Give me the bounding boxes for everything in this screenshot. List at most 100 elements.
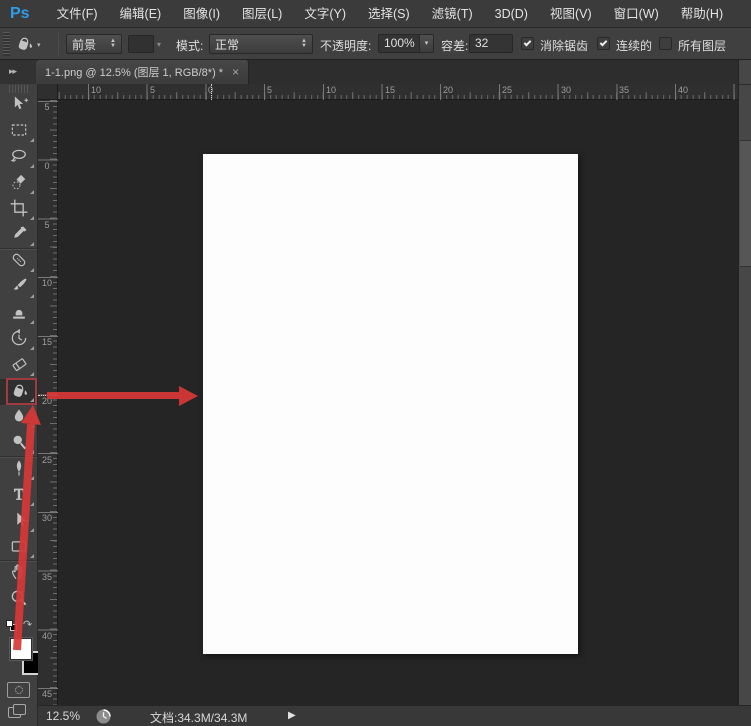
paint-bucket-icon: [14, 33, 34, 56]
checkmark-icon: [523, 38, 532, 46]
scrollbar-thumb[interactable]: [740, 140, 751, 267]
pattern-picker[interactable]: [128, 35, 154, 53]
path-selection-tool-icon: [9, 510, 29, 535]
menu-filter[interactable]: 滤镜(T): [421, 0, 484, 28]
tool-quick-selection[interactable]: [0, 171, 37, 197]
eyedropper-tool-icon: [9, 224, 29, 249]
marquee-tool-icon: [9, 120, 29, 145]
tool-path-selection[interactable]: [0, 509, 37, 535]
tool-blur[interactable]: [0, 405, 37, 431]
spinner-icon: ▲ ▼: [110, 38, 116, 49]
ruler-label: 5: [44, 220, 50, 230]
menu-layer[interactable]: 图层(L): [231, 0, 293, 28]
tool-crop[interactable]: [0, 197, 37, 223]
menu-select[interactable]: 选择(S): [357, 0, 421, 28]
tool-horizontal-type[interactable]: T: [0, 483, 37, 509]
tool-rectangle[interactable]: [0, 535, 37, 561]
vertical-ruler[interactable]: 5 0 5 10 15 20 25 30 35 40 45: [38, 100, 58, 705]
ruler-label: 15: [385, 85, 396, 95]
tool-lasso[interactable]: [0, 145, 37, 171]
ruler-label: 10: [326, 85, 337, 95]
foreground-color-swatch[interactable]: [9, 637, 33, 661]
tools-panel: T ↷: [0, 84, 46, 726]
checkmark-icon: [599, 38, 608, 46]
tool-rectangular-marquee[interactable]: [0, 119, 37, 145]
ruler-label: 25: [502, 85, 513, 95]
move-tool-icon: [9, 94, 29, 119]
fill-source-select[interactable]: 前景 ▲ ▼: [66, 34, 122, 54]
menu-bar: Ps 文件(F) 编辑(E) 图像(I) 图层(L) 文字(Y) 选择(S) 滤…: [0, 0, 751, 28]
tool-spot-healing-brush[interactable]: [0, 249, 37, 275]
tool-brush[interactable]: [0, 275, 37, 301]
mode-select[interactable]: 正常 ▲ ▼: [209, 34, 313, 54]
all-layers-checkbox[interactable]: [659, 37, 672, 50]
brush-tool-icon: [9, 276, 29, 301]
menu-3d[interactable]: 3D(D): [484, 0, 539, 28]
tool-hand[interactable]: [0, 561, 37, 587]
tool-zoom[interactable]: [0, 587, 37, 613]
spinner-icon: ▲ ▼: [301, 38, 307, 49]
zoom-level-field[interactable]: 12.5%: [46, 709, 80, 723]
contiguous-checkbox[interactable]: [597, 37, 610, 50]
panel-dock-edge[interactable]: [738, 60, 751, 726]
anti-alias-checkbox[interactable]: [521, 37, 534, 50]
horizontal-ruler[interactable]: 10 5 0 5 10 15 20 25 30 35 40: [58, 84, 738, 100]
ruler-cursor-marker: [38, 395, 58, 396]
pattern-dropdown-arrow-icon[interactable]: ▾: [157, 40, 161, 49]
ruler-label: 35: [42, 572, 53, 582]
opacity-label: 不透明度:: [320, 39, 372, 53]
document-page[interactable]: [203, 154, 578, 654]
pen-tool-icon: [9, 458, 29, 483]
document-tab-title: 1-1.png @ 12.5% (图层 1, RGB/8*) *: [45, 67, 224, 79]
quick-mask-button[interactable]: [7, 682, 30, 698]
swap-colors-icon[interactable]: ↷: [23, 618, 32, 631]
tolerance-label: 容差:: [441, 39, 469, 53]
tool-eraser[interactable]: [0, 353, 37, 379]
tool-dodge[interactable]: [0, 431, 37, 457]
anti-alias-label[interactable]: 消除锯齿: [540, 37, 588, 54]
menu-view[interactable]: 视图(V): [539, 0, 603, 28]
preset-dropdown-arrow-icon[interactable]: ▾: [37, 41, 41, 49]
menu-edit[interactable]: 编辑(E): [109, 0, 173, 28]
tool-eyedropper[interactable]: [0, 223, 37, 249]
opacity-input[interactable]: 100%: [378, 34, 420, 53]
all-layers-label[interactable]: 所有图层: [678, 37, 726, 54]
status-expand-icon[interactable]: ▶: [288, 710, 296, 721]
ruler-label: 40: [42, 631, 53, 641]
tool-clone-stamp[interactable]: [0, 301, 37, 327]
menu-type[interactable]: 文字(Y): [293, 0, 357, 28]
tool-history-brush[interactable]: [0, 327, 37, 353]
ruler-corner[interactable]: [38, 84, 58, 100]
tolerance-input[interactable]: 32: [469, 34, 513, 53]
clone-stamp-tool-icon: [9, 302, 29, 327]
blur-tool-icon: [9, 406, 29, 431]
document-tab[interactable]: 1-1.png @ 12.5% (图层 1, RGB/8*) * ×: [36, 60, 250, 84]
rectangle-tool-icon: [9, 536, 29, 561]
contiguous-label[interactable]: 连续的: [616, 37, 652, 54]
ruler-label: 30: [561, 85, 572, 95]
ruler-label: 5: [267, 85, 273, 95]
canvas-area[interactable]: [58, 100, 738, 705]
opacity-dropdown-button[interactable]: ▾: [419, 34, 434, 53]
tools-panel-gripper[interactable]: [8, 85, 29, 93]
tool-pen[interactable]: [0, 457, 37, 483]
tab-close-icon[interactable]: ×: [232, 66, 239, 78]
tool-preset-picker[interactable]: ▾: [14, 33, 41, 56]
history-brush-tool-icon: [9, 328, 29, 353]
screen-mode-button[interactable]: [8, 704, 28, 720]
menu-window[interactable]: 窗口(W): [603, 0, 670, 28]
document-size-info[interactable]: 文档:34.3M/34.3M: [150, 709, 247, 726]
menu-help[interactable]: 帮助(H): [670, 0, 734, 28]
lasso-tool-icon: [9, 146, 29, 171]
eraser-tool-icon: [9, 354, 29, 379]
ruler-label: 5: [150, 85, 156, 95]
ruler-label: 40: [678, 85, 689, 95]
options-bar-gripper[interactable]: [3, 32, 10, 56]
menu-file[interactable]: 文件(F): [46, 0, 109, 28]
default-colors-icon[interactable]: [6, 620, 18, 632]
menu-image[interactable]: 图像(I): [172, 0, 231, 28]
tool-move[interactable]: [0, 93, 37, 119]
quick-selection-tool-icon: [9, 172, 29, 197]
toolbar-collapse-button[interactable]: ▸▸: [0, 60, 36, 84]
svg-text:T: T: [14, 486, 24, 503]
